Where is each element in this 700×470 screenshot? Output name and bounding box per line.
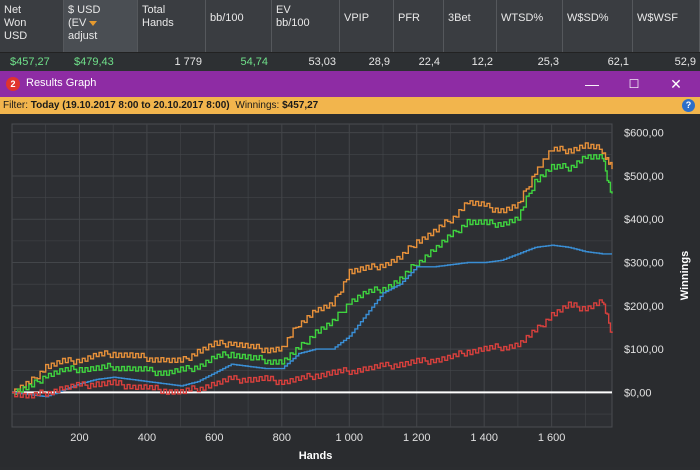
stat-value-5: 28,9 [368,56,390,68]
winnings-label: Winnings: [235,100,283,111]
results-graph: $0,00 $100,00 $200,00 $300,00 $400,00 $500,00… [0,114,700,467]
winnings-chart: $0,00 $100,00 $200,00 $300,00 $400,00 $500,00… [11,123,691,462]
stat-value-7: 12,2 [471,56,493,68]
stat-value-6: 22,4 [418,56,440,68]
column-header-3[interactable]: bb/100 [206,0,272,52]
column-header-9[interactable]: W$SD% [563,0,633,52]
column-header-0[interactable]: Net Won USD [0,0,64,52]
window-title: Results Graph [26,77,97,89]
y-tick-label: $600,00 [624,128,664,140]
x-tick-label: 1 400 [470,432,498,444]
filter-bar: Filter: Today (19.10.2017 8:00 to 20.10.… [0,97,700,114]
stats-table: Net Won USD $ USD (EV adjust Total Hands bb/100 E… [0,0,700,71]
stat-value-10: 52,9 [674,56,696,68]
stat-value-2: 1 779 [174,56,202,68]
x-tick-label: 1 200 [403,432,431,444]
winnings-value: $457,27 [282,100,319,111]
stat-value-3: 54,74 [240,56,268,68]
stat-value-1: $479,43 [74,56,114,68]
y-tick-label: $500,00 [624,171,664,183]
stat-value-4: 53,03 [308,56,336,68]
x-tick-label: 400 [138,432,156,444]
column-header-6[interactable]: PFR [394,0,444,52]
stat-value-9: 62,1 [607,56,629,68]
y-axis-title: Winnings [679,251,691,300]
y-tick-label: $0,00 [624,387,652,399]
y-tick-label: $200,00 [624,301,664,313]
column-header-10[interactable]: W$WSF [633,0,700,52]
y-tick-label: $300,00 [624,258,664,270]
column-header-2[interactable]: Total Hands [138,0,206,52]
x-tick-label: 600 [205,432,223,444]
stat-value-0: $457,27 [10,56,50,68]
maximize-button[interactable]: ☐ [624,74,644,94]
stats-values-row[interactable]: $457,27 $479,43 1 779 54,74 53,03 28,9 22,4 12,… [0,52,700,71]
sort-descending-icon [89,20,98,26]
x-tick-label: 200 [70,432,88,444]
help-icon[interactable]: ? [682,99,695,112]
close-button[interactable]: ✕ [666,74,686,94]
x-tick-label: 800 [273,432,291,444]
filter-prefix: Filter: [3,100,31,111]
y-tick-label: $100,00 [624,344,664,356]
stat-value-8: 25,3 [537,56,559,68]
x-axis-title: Hands [299,450,333,462]
x-tick-label: 1 600 [538,432,566,444]
column-header-4[interactable]: EV bb/100 [272,0,340,52]
minimize-button[interactable]: — [582,74,602,94]
window-number-badge: 2 [6,77,20,91]
column-header-8[interactable]: WTSD% [497,0,563,52]
filter-range[interactable]: Today (19.10.2017 8:00 to 20.10.2017 8:0… [31,100,230,111]
column-header-7[interactable]: 3Bet [444,0,497,52]
x-tick-label: 1 000 [336,432,364,444]
column-header-5[interactable]: VPIP [340,0,394,52]
y-tick-label: $400,00 [624,214,664,226]
results-graph-titlebar[interactable]: 2 Results Graph — ☐ ✕ [0,71,700,97]
column-header-1[interactable]: $ USD (EV adjust [64,0,138,52]
